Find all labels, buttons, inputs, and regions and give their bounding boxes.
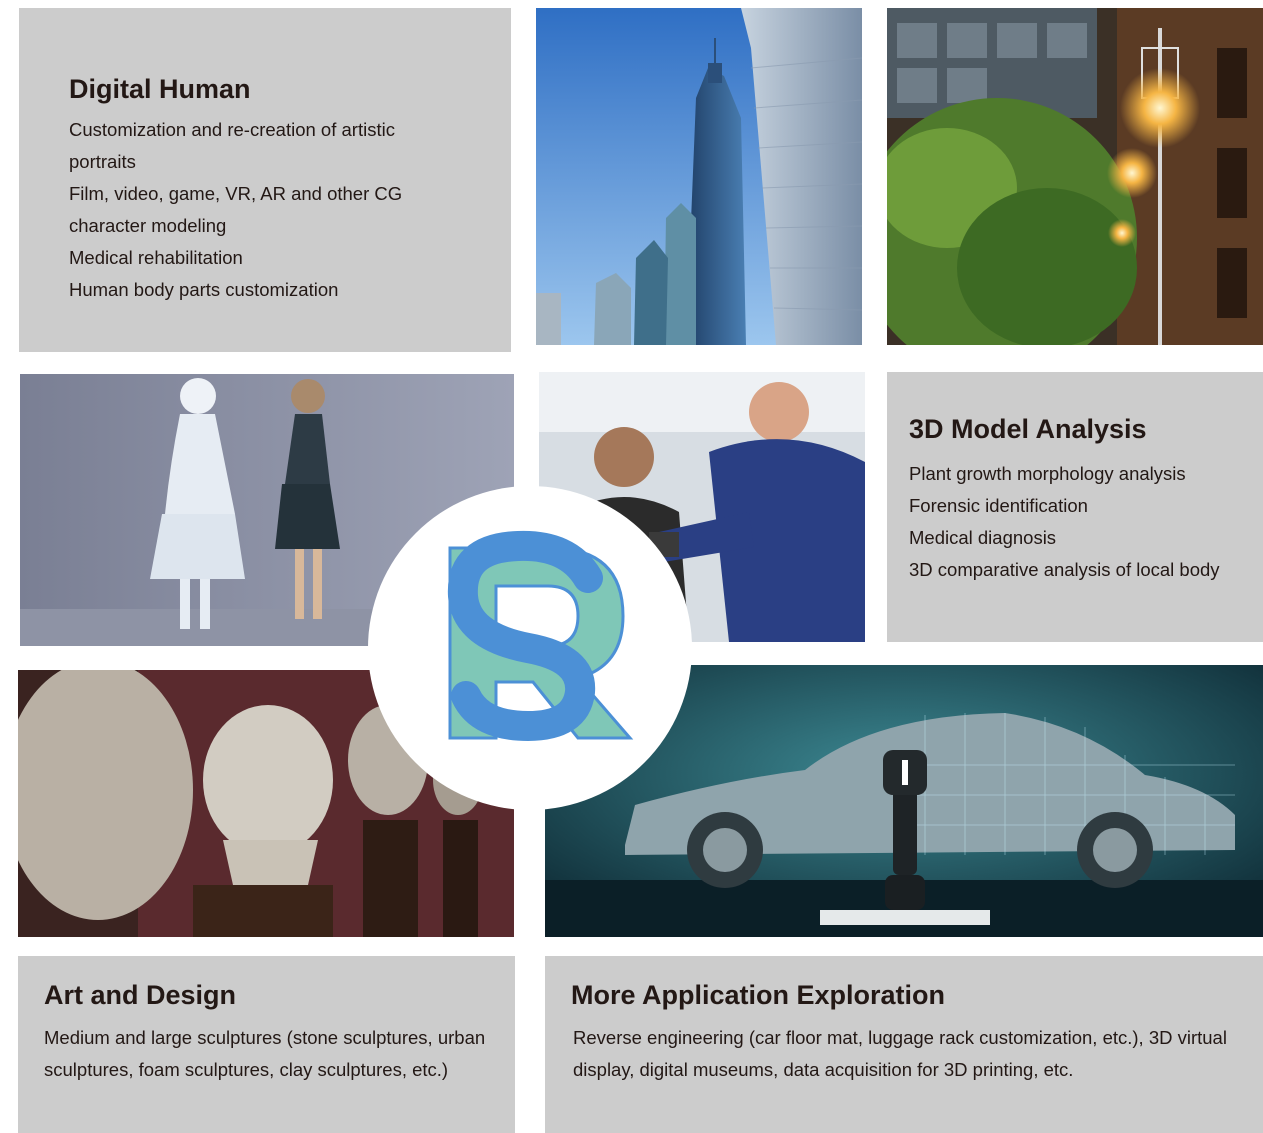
list-item: Film, video, game, VR, AR and other CG c… — [69, 183, 403, 236]
city-buildings-image — [536, 8, 862, 345]
digital-human-title: Digital Human — [69, 74, 251, 104]
model-analysis-card: 3D Model Analysis Plant growth morpholog… — [887, 372, 1263, 642]
digital-human-list: Customization and re-creation of artisti… — [69, 114, 471, 306]
art-design-card: Art and Design Medium and large sculptur… — [18, 956, 515, 1133]
list-item: 3D comparative analysis of local body — [909, 559, 1220, 580]
list-item: Forensic identification — [909, 495, 1088, 516]
list-item: Human body parts customization — [69, 279, 339, 300]
logo-circle — [368, 486, 692, 810]
model-analysis-title: 3D Model Analysis — [909, 414, 1147, 444]
rs-logo-icon — [447, 530, 634, 742]
list-item: Medical diagnosis — [909, 527, 1057, 548]
digital-human-card: Digital Human Customization and re-creat… — [19, 8, 511, 352]
more-exploration-title: More Application Exploration — [571, 980, 946, 1010]
street-light-image — [887, 8, 1263, 345]
list-item: Medical rehabilitation — [69, 247, 243, 268]
more-exploration-card: More Application Exploration Reverse eng… — [545, 956, 1263, 1133]
list-item: Customization and re-creation of artisti… — [69, 119, 395, 172]
art-design-description: Medium and large sculptures (stone sculp… — [44, 1027, 486, 1080]
list-item: Plant growth morphology analysis — [909, 463, 1186, 484]
art-design-title: Art and Design — [44, 980, 237, 1010]
model-analysis-list: Plant growth morphology analysis Forensi… — [909, 458, 1243, 586]
more-exploration-description: Reverse engineering (car floor mat, lugg… — [573, 1027, 1227, 1080]
